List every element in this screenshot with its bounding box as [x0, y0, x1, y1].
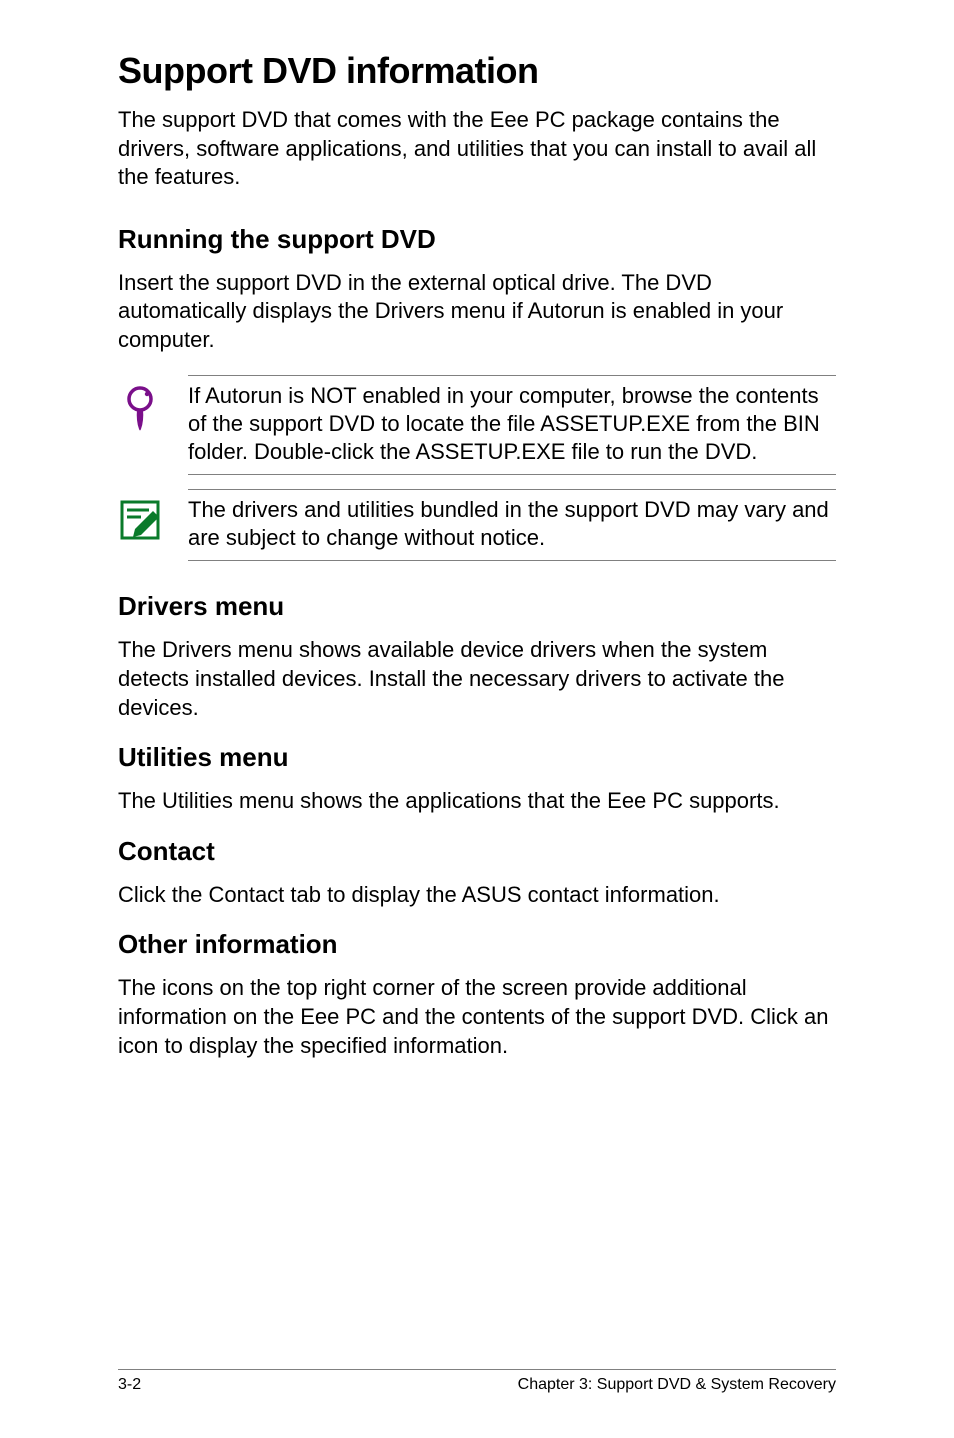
tip-icon [118, 375, 162, 435]
heading-running-support-dvd: Running the support DVD [118, 224, 836, 255]
page-footer: 3-2 Chapter 3: Support DVD & System Reco… [118, 1369, 836, 1394]
callout-tip-text: If Autorun is NOT enabled in your comput… [188, 375, 836, 475]
paragraph-utilities-menu: The Utilities menu shows the application… [118, 787, 836, 816]
heading-contact: Contact [118, 836, 836, 867]
paragraph-other-information: The icons on the top right corner of the… [118, 974, 836, 1060]
intro-paragraph: The support DVD that comes with the Eee … [118, 106, 836, 192]
footer-page-number: 3-2 [118, 1376, 141, 1394]
footer-chapter-title: Chapter 3: Support DVD & System Recovery [518, 1376, 836, 1394]
paragraph-contact: Click the Contact tab to display the ASU… [118, 881, 836, 910]
heading-utilities-menu: Utilities menu [118, 742, 836, 773]
callout-note-text: The drivers and utilities bundled in the… [188, 489, 836, 561]
paragraph-running-support-dvd: Insert the support DVD in the external o… [118, 269, 836, 355]
page-title: Support DVD information [118, 50, 836, 92]
callout-note: The drivers and utilities bundled in the… [118, 489, 836, 561]
heading-other-information: Other information [118, 929, 836, 960]
paragraph-drivers-menu: The Drivers menu shows available device … [118, 636, 836, 722]
note-icon [118, 489, 162, 541]
callout-tip: If Autorun is NOT enabled in your comput… [118, 375, 836, 475]
heading-drivers-menu: Drivers menu [118, 591, 836, 622]
